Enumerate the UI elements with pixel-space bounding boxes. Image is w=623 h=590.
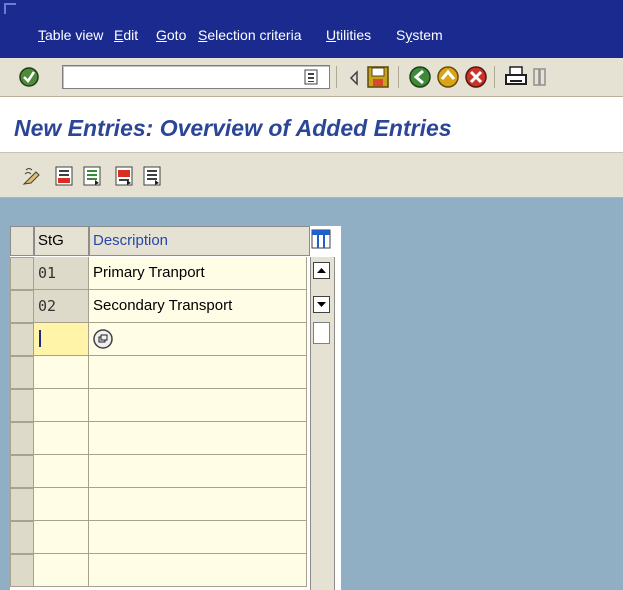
row-selector[interactable] <box>10 257 34 290</box>
text-cursor <box>39 330 41 347</box>
scroll-down-arrow-icon <box>317 302 326 307</box>
value-help-icon[interactable] <box>92 328 114 350</box>
cell-stg[interactable] <box>34 455 89 488</box>
menu-item-label-part: tilities <box>336 27 372 43</box>
menu-item-accelerator: G <box>156 27 167 43</box>
scroll-thumb[interactable] <box>313 322 330 344</box>
deselect-all-icon[interactable] <box>142 166 162 186</box>
scroll-down-button[interactable] <box>313 296 330 313</box>
find-icon[interactable] <box>532 65 546 89</box>
menu-item-label-part: oto <box>166 27 187 43</box>
active-input-cell[interactable] <box>34 323 89 356</box>
row-selector[interactable] <box>10 488 34 521</box>
cell-description[interactable] <box>89 521 307 554</box>
row-selector[interactable] <box>10 422 34 455</box>
column-header-description[interactable]: Description <box>89 226 310 256</box>
cell-stg[interactable] <box>34 521 89 554</box>
menu-item[interactable]: Table view <box>38 27 103 43</box>
cell-description[interactable] <box>89 455 307 488</box>
delete-icon[interactable] <box>54 166 74 186</box>
toolbar-separator <box>336 66 337 88</box>
cancel-icon[interactable] <box>464 65 488 89</box>
cell-stg[interactable] <box>34 389 89 422</box>
page-title: New Entries: Overview of Added Entries <box>14 115 452 141</box>
command-field[interactable] <box>62 65 330 89</box>
print-icon[interactable] <box>504 65 528 89</box>
menu-item[interactable]: Selection criteria <box>198 27 302 43</box>
cell-description[interactable]: Primary Tranport <box>89 257 307 290</box>
cell-description[interactable] <box>89 488 307 521</box>
row-selector[interactable] <box>10 356 34 389</box>
menu-item[interactable]: Edit <box>114 27 138 43</box>
menu-item-accelerator: E <box>114 27 124 43</box>
toolbar-separator <box>494 66 495 88</box>
row-selector[interactable] <box>10 554 34 587</box>
row-selector[interactable] <box>10 455 34 488</box>
menu-item-label-part: election criteria <box>207 27 302 43</box>
row-selector[interactable] <box>10 521 34 554</box>
menu-item-accelerator: T <box>38 27 45 43</box>
cell-stg: 02 <box>34 290 89 323</box>
collapse-arrow-icon[interactable] <box>348 70 360 86</box>
cell-stg[interactable] <box>34 356 89 389</box>
cell-description[interactable] <box>89 554 307 587</box>
cell-description[interactable] <box>89 422 307 455</box>
display-change-icon[interactable] <box>22 166 42 186</box>
history-dropdown-icon[interactable] <box>304 69 318 85</box>
menu-item[interactable]: System <box>396 27 443 43</box>
toolbar-separator <box>398 66 399 88</box>
menu-item[interactable]: Utilities <box>326 27 371 43</box>
back-icon[interactable] <box>408 65 432 89</box>
cell-description[interactable] <box>89 323 307 356</box>
save-icon[interactable] <box>366 65 390 89</box>
scroll-up-arrow-icon <box>317 268 326 273</box>
cell-stg[interactable] <box>34 488 89 521</box>
select-all-icon[interactable] <box>82 166 102 186</box>
enter-icon[interactable] <box>18 66 40 88</box>
menu-item-label-part: stem <box>412 27 443 43</box>
window-menu-icon[interactable] <box>4 3 16 14</box>
scroll-up-button[interactable] <box>313 262 330 279</box>
menu-item-accelerator: U <box>326 27 337 43</box>
cell-description[interactable]: Secondary Transport <box>89 290 307 323</box>
cell-description[interactable] <box>89 389 307 422</box>
menu-item-label-part: dit <box>123 27 139 43</box>
select-block-icon[interactable] <box>114 166 134 186</box>
exit-icon[interactable] <box>436 65 460 89</box>
row-selector[interactable] <box>10 389 34 422</box>
table-settings-icon[interactable] <box>310 228 332 252</box>
select-all-rows-button[interactable] <box>10 226 34 256</box>
menu-item[interactable]: Goto <box>156 27 186 43</box>
menu-item-label-part: S <box>396 27 406 43</box>
cell-stg: 01 <box>34 257 89 290</box>
cell-stg[interactable] <box>34 554 89 587</box>
menu-item-accelerator: S <box>198 27 208 43</box>
cell-description[interactable] <box>89 356 307 389</box>
menu-item-label-part: able view <box>45 27 104 43</box>
column-header-stg[interactable]: StG <box>34 226 89 256</box>
cell-stg[interactable] <box>34 422 89 455</box>
row-selector[interactable] <box>10 290 34 323</box>
row-selector[interactable] <box>10 323 34 356</box>
